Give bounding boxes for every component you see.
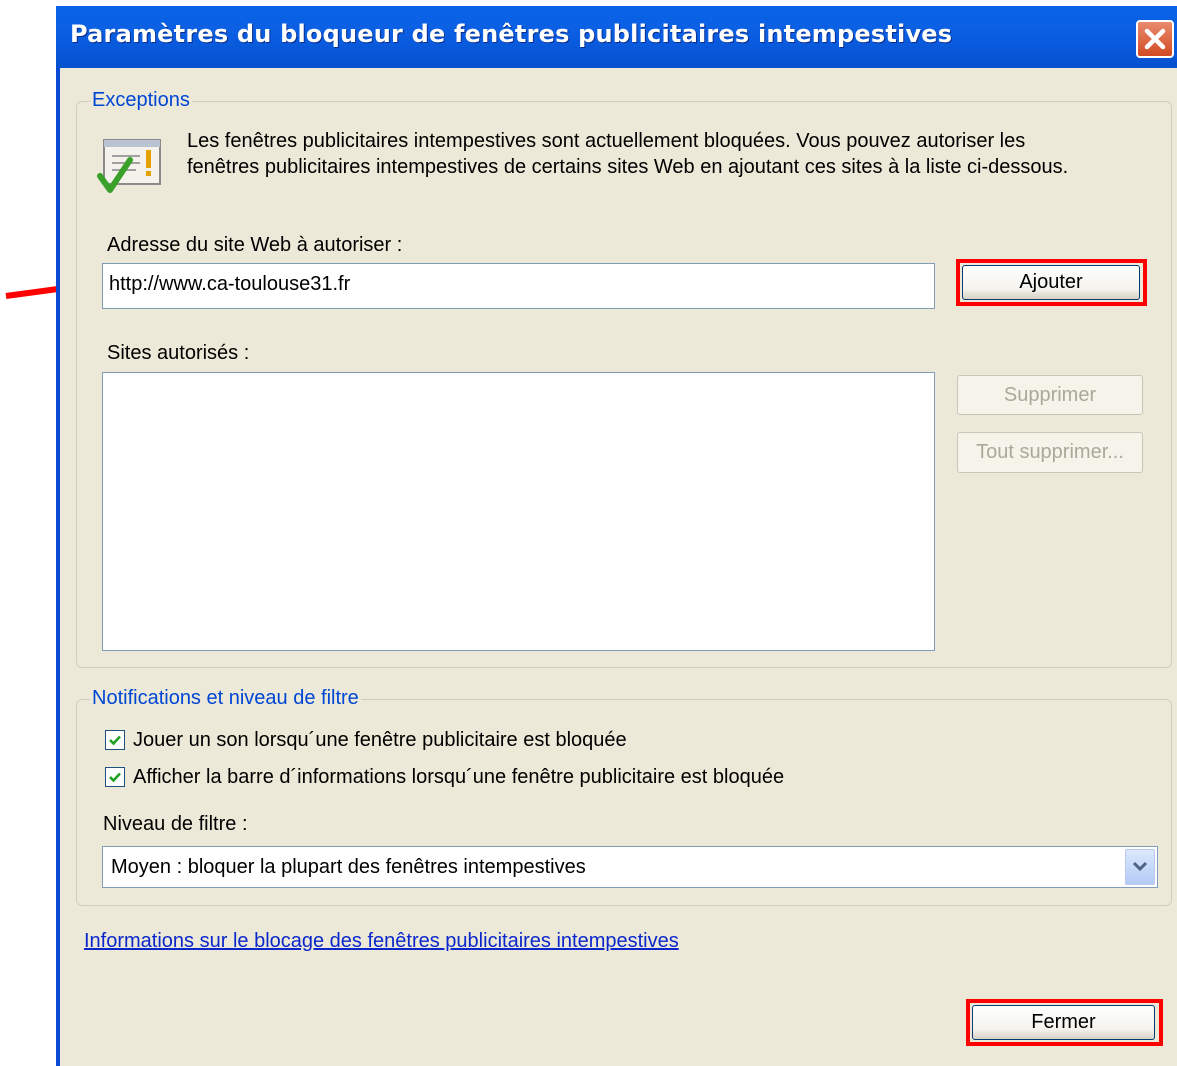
close-icon [1144,28,1166,50]
allowed-sites-label: Sites autorisés : [107,342,250,364]
exceptions-info-line1: Les fenêtres publicitaires intempestives… [187,130,1026,152]
notifications-legend: Notifications et niveau de filtre [90,687,361,710]
address-input-value: http://www.ca-toulouse31.fr [109,273,351,295]
play-sound-label[interactable]: Jouer un son lorsqu´une fenêtre publicit… [133,729,627,752]
filter-level-value: Moyen : bloquer la plupart des fenêtres … [111,856,586,878]
remove-all-button[interactable]: Tout supprimer... [957,432,1143,473]
show-infobar-label[interactable]: Afficher la barre d´informations lorsqu´… [133,766,784,789]
filter-level-select[interactable]: Moyen : bloquer la plupart des fenêtres … [102,846,1158,888]
show-infobar-checkbox[interactable] [105,767,125,787]
checkmark-icon [109,772,121,783]
play-sound-checkbox[interactable] [105,730,125,750]
exceptions-info-line2: fenêtres publicitaires intempestives de … [187,156,1069,178]
add-button[interactable]: Ajouter [962,265,1140,300]
close-button[interactable] [1136,20,1174,58]
allowed-sites-list[interactable] [102,372,935,651]
checkmark-icon [109,735,121,746]
dialog-title: Paramètres du bloqueur de fenêtres publi… [70,20,953,48]
address-label: Adresse du site Web à autoriser : [107,234,403,256]
dropdown-button[interactable] [1125,849,1155,885]
fermer-button[interactable]: Fermer [972,1005,1155,1040]
remove-button[interactable]: Supprimer [957,375,1143,415]
exceptions-legend: Exceptions [90,89,192,112]
address-input[interactable]: http://www.ca-toulouse31.fr [102,263,935,309]
filter-level-label: Niveau de filtre : [103,813,248,835]
popup-blocking-info-link[interactable]: Informations sur le blocage des fenêtres… [84,930,679,953]
chevron-down-icon [1132,861,1148,872]
popup-allowed-icon [97,139,161,193]
